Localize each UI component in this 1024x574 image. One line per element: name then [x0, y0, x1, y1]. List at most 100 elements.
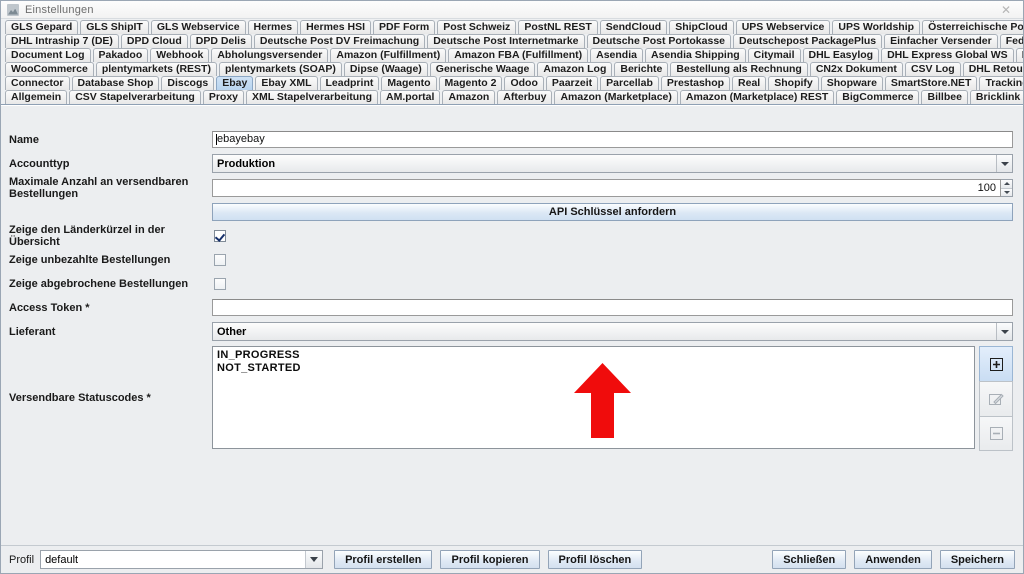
tab-proxy[interactable]: Proxy [202, 90, 244, 104]
edit-icon[interactable] [979, 381, 1013, 416]
tab-leadprint[interactable]: Leadprint [319, 76, 380, 90]
tab-plentymarkets-soap[interactable]: plentymarkets (SOAP) [218, 62, 342, 76]
tab-postnl-rest[interactable]: PostNL REST [518, 20, 598, 34]
tab-dhl-geschaeftskundenversand[interactable]: DHL Geschäftskundenversand [1015, 48, 1023, 62]
request-api-key-button[interactable]: API Schlüssel anfordern [212, 202, 1013, 221]
tab-smartstore-net[interactable]: SmartStore.NET [884, 76, 978, 90]
tab-post-schweiz[interactable]: Post Schweiz [437, 20, 517, 34]
chevron-down-icon[interactable] [305, 551, 323, 568]
access-token-input[interactable] [212, 299, 1013, 316]
tab-pakadoo[interactable]: Pakadoo [92, 48, 149, 62]
tab-shipcloud[interactable]: ShipCloud [669, 20, 734, 34]
chevron-down-icon[interactable] [996, 323, 1012, 340]
tab-real[interactable]: Real [732, 76, 767, 90]
tab-parcellab[interactable]: Parcellab [600, 76, 659, 90]
tab-csv-log[interactable]: CSV Log [904, 62, 961, 76]
tab-database-shop[interactable]: Database Shop [71, 76, 160, 90]
tab-bricklink[interactable]: Bricklink [969, 90, 1023, 104]
tab-connector[interactable]: Connector [5, 76, 70, 90]
profile-select[interactable]: default [40, 550, 324, 569]
tab-dhl-express-global-ws[interactable]: DHL Express Global WS [881, 48, 1014, 62]
max-orders-value[interactable]: 100 [212, 178, 1001, 197]
tab-amazon[interactable]: Amazon [442, 90, 496, 104]
tab-am-portal[interactable]: AM.portal [380, 90, 441, 104]
stepper-down-icon[interactable] [1001, 187, 1012, 196]
statuscodes-list[interactable]: IN_PROGRESS NOT_STARTED [212, 346, 975, 449]
remove-icon[interactable] [979, 416, 1013, 451]
max-orders-stepper[interactable]: 100 [212, 178, 1013, 197]
tab-deutsche-post-dv-freimachung[interactable]: Deutsche Post DV Freimachung [253, 34, 426, 48]
tab-magento[interactable]: Magento [381, 76, 437, 90]
tab-gls-gepard[interactable]: GLS Gepard [5, 20, 79, 34]
stepper-up-icon[interactable] [1001, 179, 1012, 188]
tab-amazon-log[interactable]: Amazon Log [537, 62, 613, 76]
tab-pdf-form[interactable]: PDF Form [373, 20, 436, 34]
tab-asendia[interactable]: Asendia [590, 48, 643, 62]
save-button[interactable]: Speichern [939, 550, 1015, 569]
tab-citymail[interactable]: Citymail [747, 48, 801, 62]
tab-discogs[interactable]: Discogs [161, 76, 215, 90]
close-button[interactable]: Schließen [772, 550, 847, 569]
list-item[interactable]: IN_PROGRESS [217, 349, 970, 362]
tab-deutschepost-packageplus[interactable]: Deutschepost PackagePlus [733, 34, 883, 48]
tab-magento-2[interactable]: Magento 2 [438, 76, 503, 90]
create-profile-button[interactable]: Profil erstellen [334, 550, 433, 569]
tab-gls-webservice[interactable]: GLS Webservice [150, 20, 246, 34]
tab-bestellung-als-rechnung[interactable]: Bestellung als Rechnung [670, 62, 808, 76]
tab-csv-stapelverarbeitung[interactable]: CSV Stapelverarbeitung [69, 90, 201, 104]
tab-dhl-retoure[interactable]: DHL Retoure [962, 62, 1023, 76]
tab-amazon-marketplace-rest[interactable]: Amazon (Marketplace) REST [679, 90, 835, 104]
close-icon[interactable]: ✕ [995, 2, 1017, 18]
tab-odoo[interactable]: Odoo [504, 76, 544, 90]
copy-profile-button[interactable]: Profil kopieren [440, 550, 540, 569]
tab-sendcloud[interactable]: SendCloud [599, 20, 668, 34]
tab-document-log[interactable]: Document Log [5, 48, 91, 62]
tab-shopify[interactable]: Shopify [768, 76, 819, 90]
delete-profile-button[interactable]: Profil löschen [547, 550, 643, 569]
show-country-code-checkbox[interactable] [214, 229, 226, 242]
tab-deutsche-post-portokasse[interactable]: Deutsche Post Portokasse [586, 34, 731, 48]
lieferant-select[interactable]: Other [212, 322, 1013, 341]
tab-amazon-marketplace[interactable]: Amazon (Marketplace) [554, 90, 678, 104]
tab-webhook[interactable]: Webhook [150, 48, 210, 62]
tab-shopware[interactable]: Shopware [820, 76, 883, 90]
tab-gls-shipit[interactable]: GLS ShipIT [80, 20, 149, 34]
tab-dhl-intraship-7-de[interactable]: DHL Intraship 7 (DE) [5, 34, 119, 48]
tab-oesterreichische-post[interactable]: Österreichische Post [922, 20, 1023, 34]
tab-deutsche-post-internetmarke[interactable]: Deutsche Post Internetmarke [427, 34, 585, 48]
tab-amazon-fulfillment[interactable]: Amazon (Fulfillment) [330, 48, 447, 62]
tab-trackingportal[interactable]: Trackingportal [979, 76, 1023, 90]
tab-prestashop[interactable]: Prestashop [660, 76, 731, 90]
tab-ups-webservice[interactable]: UPS Webservice [735, 20, 831, 34]
tab-dipse-waage[interactable]: Dipse (Waage) [343, 62, 428, 76]
tab-afterbuy[interactable]: Afterbuy [497, 90, 553, 104]
add-icon[interactable] [979, 346, 1013, 381]
tab-einfacher-versender[interactable]: Einfacher Versender [884, 34, 998, 48]
show-unpaid-checkbox[interactable] [214, 253, 226, 266]
tab-billbee[interactable]: Billbee [921, 90, 968, 104]
tab-paarzeit[interactable]: Paarzeit [545, 76, 599, 90]
tab-plentymarkets-rest[interactable]: plentymarkets (REST) [95, 62, 217, 76]
tab-ebay[interactable]: Ebay [216, 76, 254, 90]
chevron-down-icon[interactable] [996, 155, 1012, 172]
tab-xml-stapelverarbeitung[interactable]: XML Stapelverarbeitung [246, 90, 379, 104]
list-item[interactable]: NOT_STARTED [217, 362, 970, 375]
tab-cn2x-dokument[interactable]: CN2x Dokument [809, 62, 903, 76]
tab-dpd-cloud[interactable]: DPD Cloud [120, 34, 188, 48]
tab-ups-worldship[interactable]: UPS Worldship [832, 20, 921, 34]
accounttyp-select[interactable]: Produktion [212, 154, 1013, 173]
name-input[interactable]: ebayebay [212, 131, 1013, 148]
tab-dhl-easylog[interactable]: DHL Easylog [802, 48, 880, 62]
apply-button[interactable]: Anwenden [854, 550, 932, 569]
tab-bigcommerce[interactable]: BigCommerce [836, 90, 920, 104]
tab-ebay-xml[interactable]: Ebay XML [255, 76, 318, 90]
tab-hermes[interactable]: Hermes [247, 20, 299, 34]
tab-fedex-webservice[interactable]: Fedex Webservice [999, 34, 1023, 48]
tab-abholungsversender[interactable]: Abholungsversender [211, 48, 329, 62]
tab-woocommerce[interactable]: WooCommerce [5, 62, 94, 76]
tab-asendia-shipping[interactable]: Asendia Shipping [644, 48, 746, 62]
tab-allgemein[interactable]: Allgemein [5, 90, 68, 104]
tab-berichte[interactable]: Berichte [614, 62, 669, 76]
tab-dpd-delis[interactable]: DPD Delis [189, 34, 252, 48]
tab-hermes-hsi[interactable]: Hermes HSI [300, 20, 372, 34]
